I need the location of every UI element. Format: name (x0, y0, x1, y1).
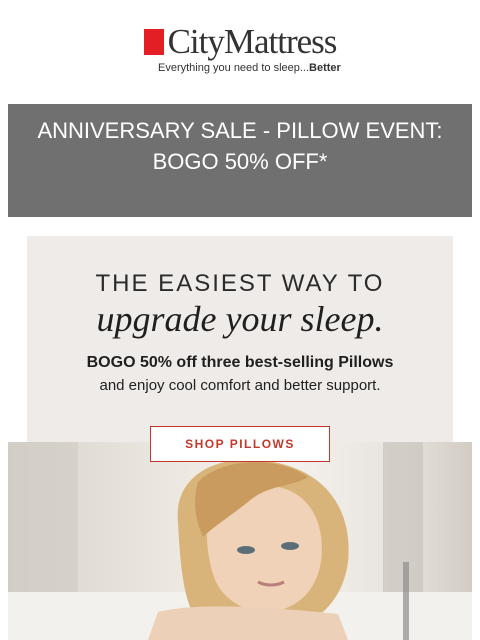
promo-subtext: and enjoy cool comfort and better suppor… (99, 377, 381, 394)
promo-script-heading: upgrade your sleep. (96, 299, 384, 339)
promo-offer-text: BOGO 50% off three best-selling Pillows (86, 354, 394, 371)
promo-headline: THE EASIEST WAY TO (95, 270, 385, 297)
banner-offer: BOGO 50% OFF* (152, 149, 328, 174)
logo-tagline: Everything you need to sleep...Better (158, 62, 341, 74)
logo-wordmark: CityMattress (167, 22, 338, 61)
shop-pillows-button[interactable]: SHOP PILLOWS (150, 426, 330, 462)
hero-photo[interactable] (8, 442, 472, 640)
logo-mark-icon (143, 29, 164, 55)
promo-panel[interactable]: THE EASIEST WAY TO upgrade your sleep. B… (27, 236, 453, 442)
banner-title: ANNIVERSARY SALE - PILLOW EVENT: (37, 118, 443, 143)
hero-photo-illustration (8, 442, 472, 640)
logo-tagline-bold: Better (309, 62, 341, 74)
sale-banner[interactable]: ANNIVERSARY SALE - PILLOW EVENT: BOGO 50… (8, 104, 472, 217)
